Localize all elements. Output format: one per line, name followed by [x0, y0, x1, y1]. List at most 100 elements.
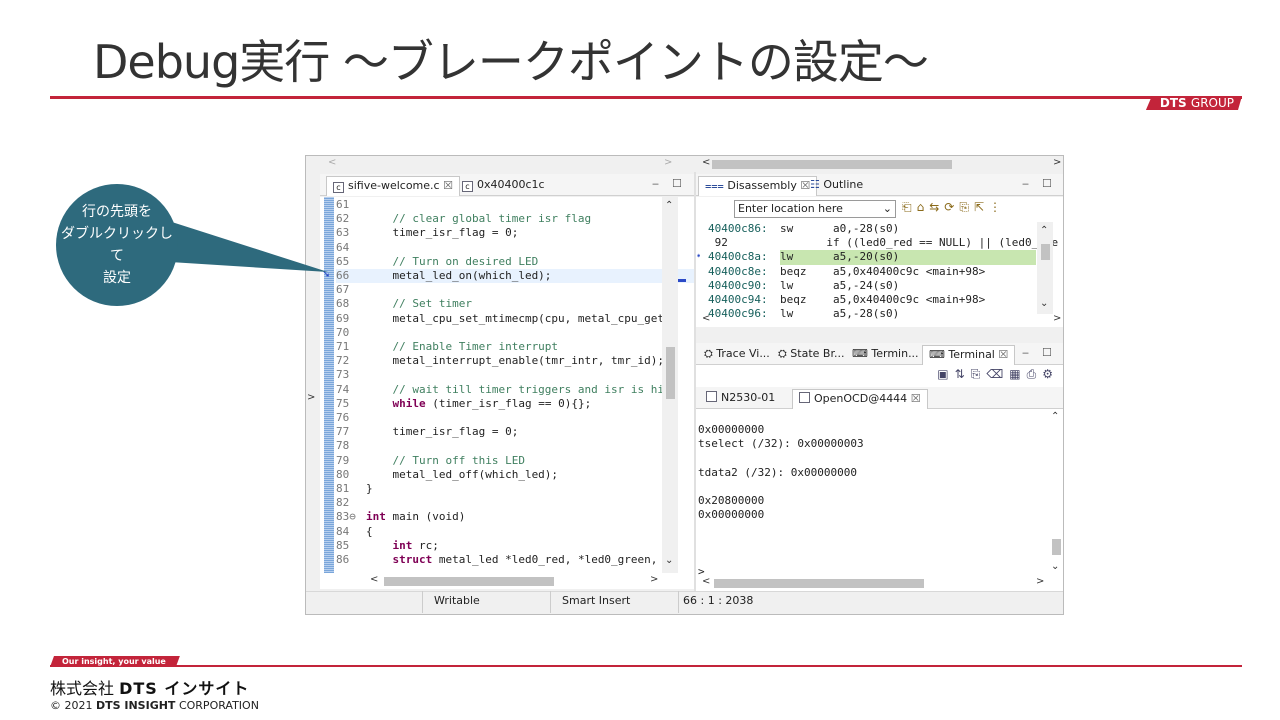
code-editor[interactable]: 61 62 // clear global timer isr flag 63 ti… — [320, 197, 694, 573]
home-icon[interactable]: ⌂ — [917, 200, 930, 214]
code-line[interactable]: 84{ — [336, 525, 373, 539]
line-number[interactable]: 69 — [336, 312, 366, 326]
code-line[interactable]: 73 — [336, 368, 366, 382]
terminal-hscroll[interactable]: < > — [696, 575, 1063, 591]
tab-state-browser[interactable]: ⛭ State Br... — [772, 345, 850, 365]
maximize-icon[interactable]: ☐ — [1042, 177, 1052, 190]
breakpoint-arrow-icon[interactable]: ➘ — [322, 269, 330, 280]
code-line[interactable]: 61 — [336, 198, 366, 212]
maximize-icon[interactable]: ☐ — [1042, 346, 1052, 359]
code-line[interactable]: 75 while (timer_isr_flag == 0){}; — [336, 397, 591, 411]
code-line[interactable]: 79 // Turn off this LED — [336, 454, 525, 468]
code-line[interactable]: 69 metal_cpu_set_mtimecmp(cpu, metal_cpu… — [336, 312, 664, 326]
line-number[interactable]: 65 — [336, 255, 366, 269]
terminal-vscroll[interactable]: ⌃ ⌄ — [1048, 409, 1063, 575]
disasm-row[interactable]: 92 if ((led0_red == NULL) || (led0_gre — [696, 236, 1059, 250]
refresh-icon[interactable]: ⟳ — [944, 200, 959, 214]
tab-session-openocd[interactable]: OpenOCD@4444 ☒ — [792, 389, 928, 409]
code-line[interactable]: 64 — [336, 241, 366, 255]
chevron-down-icon[interactable]: ⌄ — [883, 201, 892, 217]
location-input[interactable]: Enter location here ⌄ — [734, 200, 896, 218]
tab-sifive-welcome[interactable]: c sifive-welcome.c ☒ — [326, 176, 460, 196]
code-line[interactable]: 65 // Turn on desired LED — [336, 255, 538, 269]
line-number[interactable]: 73 — [336, 368, 366, 382]
tab-trace-view[interactable]: ⛭ Trace Vi... — [698, 345, 776, 365]
line-number[interactable]: 85 — [336, 539, 366, 553]
line-number[interactable]: 82 — [336, 496, 366, 510]
code-line[interactable]: 68 // Set timer — [336, 297, 472, 311]
export-icon[interactable]: ⇱ — [974, 200, 989, 214]
code-line[interactable]: 63 timer_isr_flag = 0; — [336, 226, 518, 240]
clear-icon[interactable]: ⌫ — [986, 367, 1009, 381]
console-icon[interactable]: ▣ — [937, 367, 954, 381]
editor-hscroll[interactable]: < > — [320, 573, 694, 589]
tab-terminal-1[interactable]: ⌨ Termin... — [846, 345, 925, 365]
close-icon[interactable]: ☒ — [998, 348, 1008, 361]
line-number[interactable]: 84 — [336, 525, 366, 539]
tab-address[interactable]: c 0x40400c1c — [456, 176, 551, 196]
copy-icon[interactable]: ⎘ — [971, 367, 987, 381]
disasm-row[interactable]: 40400c96: lw a5,-28(s0) — [696, 307, 1038, 321]
line-number[interactable]: 64 — [336, 241, 366, 255]
scroll-lock-icon[interactable]: ▦ — [1009, 367, 1026, 381]
line-number[interactable]: 78 — [336, 439, 366, 453]
paste-icon[interactable]: ⎙ — [1027, 367, 1043, 381]
line-number[interactable]: 68 — [336, 297, 366, 311]
code-line[interactable]: 77 timer_isr_flag = 0; — [336, 425, 518, 439]
editor-top-scrollbar[interactable]: < > — [306, 156, 694, 172]
line-number[interactable]: 77 — [336, 425, 366, 439]
line-number[interactable]: 83⊖ — [336, 510, 366, 524]
disasm-row[interactable]: 40400c90: lw a5,-24(s0) — [696, 279, 1038, 293]
line-number[interactable]: 61 — [336, 198, 366, 212]
code-line[interactable]: 66 metal_led_on(which_led); — [336, 269, 694, 284]
connect-icon[interactable]: ⇅ — [955, 367, 971, 381]
line-number[interactable]: 74 — [336, 383, 366, 397]
code-line[interactable]: 67 — [336, 283, 366, 297]
line-number[interactable]: 86 — [336, 553, 366, 567]
line-number[interactable]: 66 — [336, 269, 366, 283]
tab-outline[interactable]: ☷ Outline — [804, 176, 869, 196]
close-icon[interactable]: ☒ — [443, 179, 453, 192]
line-number[interactable]: 80 — [336, 468, 366, 482]
tab-session-n2530[interactable]: N2530-01 — [700, 389, 781, 409]
line-number[interactable]: 79 — [336, 454, 366, 468]
maximize-icon[interactable]: ☐ — [672, 177, 682, 190]
disasm-top-scrollbar[interactable]: < > — [696, 156, 1063, 172]
line-number[interactable]: 67 — [336, 283, 366, 297]
code-line[interactable]: 70 — [336, 326, 366, 340]
settings-icon[interactable]: ⚙ — [1042, 367, 1059, 381]
editor-vscroll[interactable]: ⌃ ⌄ — [662, 197, 678, 573]
code-line[interactable]: 86 struct metal_led *led0_red, *led0_gre… — [336, 553, 657, 567]
code-line[interactable]: 74 // wait till timer triggers and isr i… — [336, 383, 664, 397]
code-line[interactable]: 62 // clear global timer isr flag — [336, 212, 591, 226]
line-number[interactable]: 70 — [336, 326, 366, 340]
code-line[interactable]: 82 — [336, 496, 366, 510]
code-line[interactable]: 78 — [336, 439, 366, 453]
minimize-icon[interactable]: ‒ — [652, 177, 659, 190]
disasm-vscroll[interactable]: ⌃ ⌄ — [1037, 222, 1053, 314]
line-number[interactable]: 75 — [336, 397, 366, 411]
code-line[interactable]: 71 // Enable Timer interrupt — [336, 340, 558, 354]
disasm-row[interactable]: 40400c8e: beqz a5,0x40400c9c <main+98> — [696, 265, 1038, 279]
line-number[interactable]: 76 — [336, 411, 366, 425]
disasm-row[interactable]: 40400c94: beqz a5,0x40400c9c <main+98> — [696, 293, 1038, 307]
line-number[interactable]: 63 — [336, 226, 366, 240]
tab-terminal-2[interactable]: ⌨ Terminal ☒ — [922, 345, 1016, 365]
link-icon[interactable]: ⎗ — [902, 200, 917, 214]
line-number[interactable]: 81 — [336, 482, 366, 496]
line-number[interactable]: 62 — [336, 212, 366, 226]
disasm-row[interactable]: ➧ 40400c8a: lw a5,-20(s0) — [696, 250, 1038, 265]
terminal-toolbar[interactable]: ▣⇅⎘⌫▦⎙⚙ — [937, 367, 1059, 382]
code-line[interactable]: 81} — [336, 482, 373, 496]
minimize-icon[interactable]: ‒ — [1022, 177, 1029, 190]
line-number[interactable]: 72 — [336, 354, 366, 368]
code-line[interactable]: 85 int rc; — [336, 539, 439, 553]
terminal-output[interactable]: 0x00000000 tselect (/32): 0x00000003 tdata… — [696, 423, 1048, 578]
code-line[interactable]: 76 — [336, 411, 366, 425]
code-line[interactable]: 72 metal_interrupt_enable(tmr_intr, tmr_… — [336, 354, 664, 368]
breakpoint-ruler[interactable] — [324, 197, 334, 573]
close-icon[interactable]: ☒ — [911, 392, 921, 405]
tab-disassembly[interactable]: ⩶ Disassembly ☒ — [698, 176, 818, 196]
sync-icon[interactable]: ⇆ — [929, 200, 944, 214]
disasm-row[interactable]: 40400c86: sw a0,-28(s0) — [696, 222, 1038, 236]
